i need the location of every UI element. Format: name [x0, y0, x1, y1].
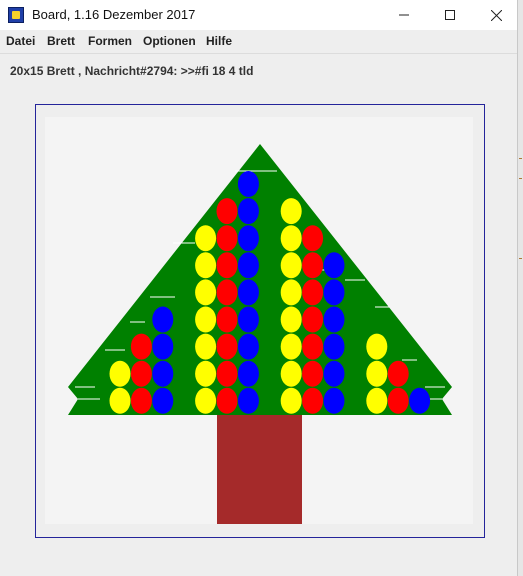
edge-mark: [519, 178, 522, 179]
ornament-blue: [323, 333, 345, 360]
app-icon: [8, 7, 24, 23]
ornament-red: [302, 225, 324, 252]
ornament-blue: [237, 252, 259, 279]
ornament-yellow: [195, 360, 217, 387]
ornament-blue: [237, 387, 259, 414]
ornament-red: [302, 252, 324, 279]
edge-mark: [519, 258, 522, 259]
minimize-button[interactable]: [381, 0, 427, 30]
ornament-red: [216, 198, 238, 225]
ornament-blue: [237, 306, 259, 333]
minimize-icon: [399, 14, 409, 16]
edge-mark: [519, 158, 522, 159]
ornament-yellow: [195, 279, 217, 306]
maximize-button[interactable]: [427, 0, 473, 30]
ornament-red: [130, 333, 152, 360]
ornament-yellow: [366, 387, 388, 414]
ornament-yellow: [280, 333, 302, 360]
ornament-red: [216, 225, 238, 252]
ornament-red: [302, 387, 324, 414]
menu-formen[interactable]: Formen: [88, 34, 132, 48]
close-icon: [490, 9, 502, 21]
board-drawing[interactable]: [45, 117, 473, 524]
ornament-red: [387, 387, 409, 414]
ornament-blue: [237, 279, 259, 306]
ornament-yellow: [195, 306, 217, 333]
ornament-blue: [237, 198, 259, 225]
ornament-red: [130, 360, 152, 387]
ornament-red: [302, 360, 324, 387]
ornament-blue: [237, 333, 259, 360]
ornament-blue: [237, 171, 259, 197]
status-message: 20x15 Brett , Nachricht#2794: >>#fi 18 4…: [10, 64, 254, 78]
ornament-red: [387, 360, 409, 387]
window-title: Board, 1.16 Dezember 2017: [32, 7, 196, 22]
ornament-blue: [152, 333, 174, 360]
ornament-blue: [323, 252, 345, 279]
ornament-blue: [323, 279, 345, 306]
ornament-blue: [237, 225, 259, 252]
ornament-yellow: [195, 225, 217, 252]
ornament-red: [216, 306, 238, 333]
ornament-yellow: [366, 360, 388, 387]
menu-optionen[interactable]: Optionen: [143, 34, 196, 48]
ornament-yellow: [195, 387, 217, 414]
ornament-yellow: [109, 360, 131, 387]
ornament-blue: [237, 360, 259, 387]
ornament-blue: [409, 387, 431, 414]
ornament-red: [130, 387, 152, 414]
ornament-yellow: [280, 360, 302, 387]
ornament-yellow: [280, 306, 302, 333]
ornament-yellow: [280, 279, 302, 306]
ornament-yellow: [195, 333, 217, 360]
ornament-yellow: [109, 387, 131, 414]
menu-datei[interactable]: Datei: [6, 34, 35, 48]
ornament-blue: [323, 360, 345, 387]
ornament-red: [216, 279, 238, 306]
ornament-yellow: [366, 333, 388, 360]
tree-trunk: [217, 415, 302, 524]
menu-bar: Datei Brett Formen Optionen Hilfe: [0, 30, 517, 54]
ornament-red: [216, 387, 238, 414]
maximize-icon: [445, 10, 455, 20]
ornament-red: [302, 279, 324, 306]
ornament-yellow: [280, 387, 302, 414]
ornament-yellow: [280, 225, 302, 252]
menu-hilfe[interactable]: Hilfe: [206, 34, 232, 48]
title-bar[interactable]: Board, 1.16 Dezember 2017: [0, 0, 517, 30]
ornament-blue: [152, 306, 174, 333]
background-window-edge: [517, 0, 523, 576]
ornament-red: [302, 333, 324, 360]
board-canvas[interactable]: [45, 117, 473, 524]
ornament-yellow: [195, 252, 217, 279]
ornament-red: [302, 306, 324, 333]
ornament-blue: [152, 387, 174, 414]
menu-brett[interactable]: Brett: [47, 34, 75, 48]
app-window: Board, 1.16 Dezember 2017 Datei Brett Fo…: [0, 0, 518, 576]
ornament-yellow: [280, 252, 302, 279]
ornament-red: [216, 333, 238, 360]
ornament-red: [216, 252, 238, 279]
ornament-blue: [152, 360, 174, 387]
ornament-blue: [323, 387, 345, 414]
ornament-blue: [323, 306, 345, 333]
ornament-red: [216, 360, 238, 387]
ornament-yellow: [280, 198, 302, 225]
close-button[interactable]: [473, 0, 519, 30]
